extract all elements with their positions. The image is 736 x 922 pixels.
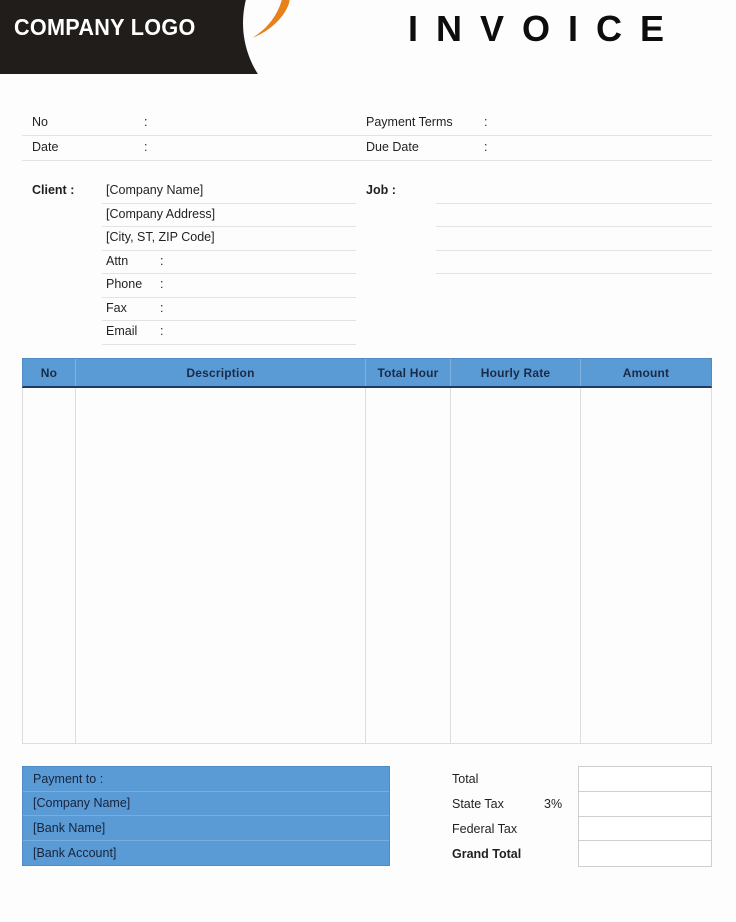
federal-tax-value-box[interactable] [579,817,711,842]
invoice-no-colon: : [144,115,148,129]
payment-company-name[interactable]: [Company Name] [23,792,389,816]
line-items-column-no[interactable] [23,388,76,743]
header-curve-shape [243,0,330,74]
client-fax-label: Fax [106,300,127,315]
payment-to-title: Payment to : [23,767,389,792]
invoice-meta-fields: No : Payment Terms : Date : Due Date : [22,112,712,161]
job-label: Job : [366,183,396,197]
state-tax-rate: 3% [544,796,563,811]
total-label-row: Total [452,766,578,791]
column-header-hourly-rate: Hourly Rate [451,359,581,386]
grand-total-label-row: Grand Total [452,841,578,866]
client-company-address-value: [Company Address] [106,206,216,221]
column-header-total-hour: Total Hour [366,359,451,386]
client-label: Client : [32,183,75,197]
column-header-amount: Amount [622,365,670,380]
page-title: INVOICE [408,8,683,49]
grand-total-value-box[interactable] [579,841,711,866]
totals-section: Total State Tax 3% Federal Tax Grand Tot… [452,766,712,867]
total-label: Total [452,771,479,786]
state-tax-label: State Tax [452,796,504,811]
line-items-body[interactable] [22,388,712,744]
client-attn-row[interactable]: Attn : [102,251,356,274]
payment-terms-colon: : [484,115,488,129]
grand-total-label: Grand Total [452,846,522,861]
company-logo-text: COMPANY LOGO [14,14,196,40]
client-attn-label: Attn [106,253,129,268]
client-email-label: Email [106,324,138,338]
federal-tax-label-row: Federal Tax [452,816,578,841]
invoice-page: COMPANY LOGO INVOICE No : Payment Terms … [0,0,736,922]
page-header: COMPANY LOGO INVOICE [0,0,736,76]
client-city-state-zip-value: [City, ST, ZIP Code] [106,230,215,244]
due-date-colon: : [484,140,488,154]
job-line-1[interactable] [436,180,712,204]
column-header-no: No [23,359,76,386]
line-items-column-hourly-rate[interactable] [451,388,581,743]
client-phone-label: Phone [106,277,143,291]
client-email-row[interactable]: Email : [102,321,356,345]
job-field-list [436,180,712,274]
line-items-column-amount[interactable] [581,388,711,743]
line-items-header-row: No Description Total Hour Hourly Rate Am… [22,358,712,388]
invoice-no-label: No [32,115,48,129]
line-items-column-total-hour[interactable] [366,388,451,743]
invoice-date-colon: : [144,140,148,154]
client-fax-colon: : [160,300,164,315]
due-date-label: Due Date [366,140,419,154]
federal-tax-label: Federal Tax [452,821,518,836]
client-company-name-row[interactable]: [Company Name] [102,180,356,204]
invoice-meta-row-2: Date : Due Date : [22,137,712,161]
totals-value-column [578,766,712,867]
total-value-box[interactable] [579,767,711,792]
client-company-address-row[interactable]: [Company Address] [102,204,356,227]
column-header-description: Description [76,359,366,386]
client-company-name-value: [Company Name] [106,183,204,197]
payment-terms-label: Payment Terms [366,115,453,129]
totals-label-column: Total State Tax 3% Federal Tax Grand Tot… [452,766,578,866]
client-field-list: [Company Name] [Company Address] [City, … [102,180,356,345]
payment-bank-account[interactable]: [Bank Account] [23,841,389,866]
job-line-2[interactable] [436,204,712,227]
payment-details-block: Payment to : [Company Name] [Bank Name] … [22,766,390,866]
client-phone-colon: : [160,277,164,291]
client-city-state-zip-row[interactable]: [City, ST, ZIP Code] [102,227,356,251]
invoice-date-label: Date [32,140,59,154]
payment-bank-name[interactable]: [Bank Name] [23,816,389,841]
client-attn-colon: : [160,253,164,268]
client-fax-row[interactable]: Fax : [102,298,356,321]
job-line-3[interactable] [436,227,712,251]
client-phone-row[interactable]: Phone : [102,274,356,298]
state-tax-value-box[interactable] [579,792,711,817]
client-email-colon: : [160,324,164,338]
job-line-4[interactable] [436,251,712,274]
invoice-meta-row-1: No : Payment Terms : [22,112,712,136]
state-tax-label-row: State Tax 3% [452,791,578,816]
line-items-table: No Description Total Hour Hourly Rate Am… [22,358,712,746]
line-items-column-description[interactable] [76,388,366,743]
